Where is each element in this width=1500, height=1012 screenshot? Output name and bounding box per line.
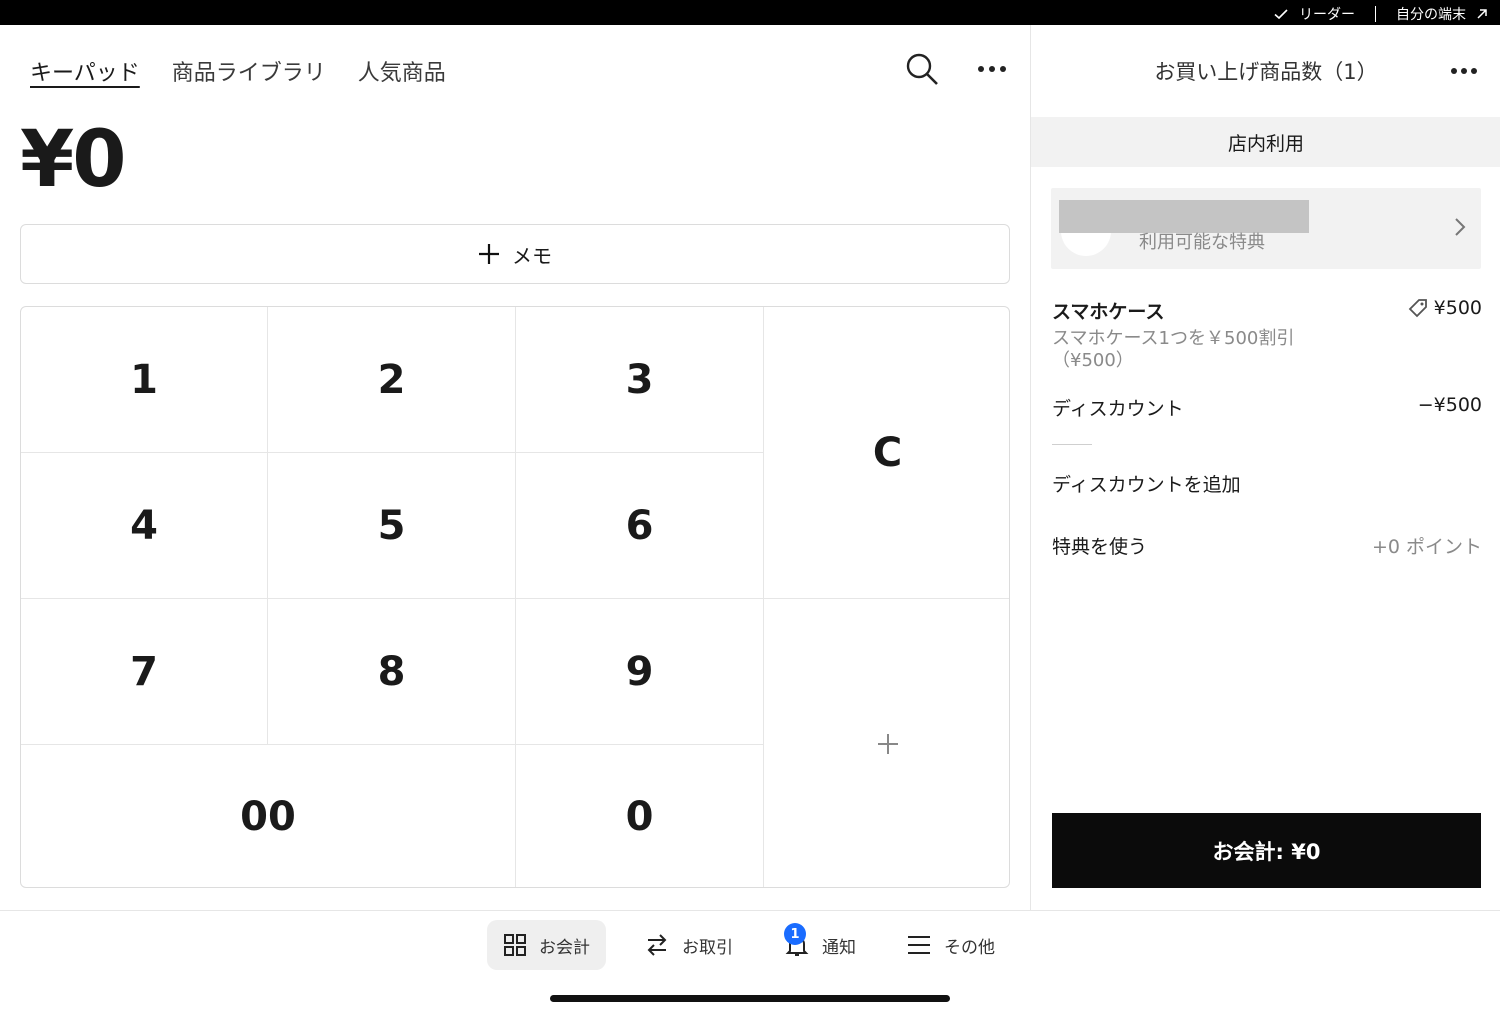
- amount-display: ¥0: [20, 115, 127, 205]
- item-price-wrap: ¥500: [1408, 297, 1482, 319]
- more-button[interactable]: [974, 51, 1010, 87]
- device-label[interactable]: 自分の端末: [1396, 4, 1466, 24]
- status-bar-right: リーダー 自分の端末: [1273, 4, 1488, 24]
- checkout-button[interactable]: お会計: ¥0: [1052, 813, 1481, 888]
- key-2[interactable]: 2: [268, 307, 516, 453]
- cart-item[interactable]: スマホケース ¥500 スマホケース1つを￥500割引 （¥500）: [1052, 297, 1482, 372]
- nav-transactions-label: お取引: [682, 937, 733, 958]
- rewards-row[interactable]: 利用可能な特典: [1051, 188, 1481, 269]
- search-button[interactable]: [904, 51, 940, 87]
- grid-icon: [504, 934, 526, 956]
- external-link-icon: [1477, 9, 1487, 19]
- discount-row[interactable]: ディスカウント −¥500: [1052, 394, 1482, 421]
- chevron-right-icon: [1455, 218, 1466, 236]
- keypad-pane: キーパッド 商品ライブラリ 人気商品 ¥0 メモ 1 2 3 C 4 5 6 7…: [0, 25, 1030, 910]
- key-4[interactable]: 4: [21, 453, 268, 599]
- cart-header: お買い上げ商品数（1）: [1154, 60, 1378, 84]
- key-1[interactable]: 1: [21, 307, 268, 453]
- status-divider: [1375, 6, 1376, 22]
- item-description: スマホケース1つを￥500割引 （¥500）: [1052, 328, 1482, 372]
- keypad: 1 2 3 C 4 5 6 7 8 9 00 0: [20, 306, 1010, 888]
- discount-label: ディスカウント: [1052, 398, 1184, 420]
- nav-transactions[interactable]: お取引: [628, 920, 749, 970]
- use-rewards-label: 特典を使う: [1052, 536, 1148, 558]
- points-value: +0 ポイント: [1371, 536, 1482, 558]
- dining-option[interactable]: 店内利用: [1031, 117, 1500, 167]
- nav-more[interactable]: その他: [890, 920, 1011, 970]
- use-rewards-row[interactable]: 特典を使う +0 ポイント: [1052, 532, 1482, 559]
- promo-text: 利用可能な特典: [1139, 232, 1265, 253]
- tag-icon: [1408, 299, 1427, 318]
- menu-icon: [908, 936, 930, 954]
- key-3[interactable]: 3: [516, 307, 764, 453]
- nav-checkout[interactable]: お会計: [487, 920, 606, 970]
- check-icon: [1274, 9, 1288, 20]
- bottom-nav: お会計 お取引 1 通知 その他: [0, 910, 1500, 1012]
- item-price: ¥500: [1433, 297, 1482, 319]
- key-add[interactable]: [764, 599, 1009, 887]
- key-7[interactable]: 7: [21, 599, 268, 745]
- memo-label: メモ: [512, 243, 552, 268]
- plus-icon: [479, 244, 499, 264]
- item-desc-line1: スマホケース1つを￥500割引: [1052, 328, 1295, 349]
- key-00[interactable]: 00: [21, 745, 516, 887]
- cart-more-button[interactable]: [1446, 53, 1482, 89]
- more-icon: [1451, 68, 1477, 74]
- nav-more-label: その他: [944, 937, 995, 958]
- nav-notifications[interactable]: 1 通知: [768, 920, 872, 970]
- nav-checkout-label: お会計: [539, 937, 590, 958]
- key-6[interactable]: 6: [516, 453, 764, 599]
- add-memo-button[interactable]: メモ: [20, 224, 1010, 284]
- cart-pane: お買い上げ商品数（1） 店内利用 利用可能な特典 スマホケース ¥500 スマホ…: [1030, 25, 1500, 910]
- status-bar: リーダー 自分の端末: [0, 0, 1500, 25]
- tab-popular-items[interactable]: 人気商品: [358, 55, 446, 91]
- discount-value: −¥500: [1417, 394, 1482, 416]
- key-8[interactable]: 8: [268, 599, 516, 745]
- add-discount-button[interactable]: ディスカウントを追加: [1052, 470, 1482, 497]
- tab-keypad[interactable]: キーパッド: [30, 55, 140, 91]
- key-5[interactable]: 5: [268, 453, 516, 599]
- tab-bar: キーパッド 商品ライブラリ 人気商品: [30, 55, 446, 91]
- swap-icon: [647, 934, 667, 956]
- home-indicator: [550, 995, 950, 1002]
- top-actions: [904, 51, 1010, 87]
- notification-badge: 1: [784, 923, 806, 945]
- item-desc-line2: （¥500）: [1052, 350, 1134, 371]
- key-clear[interactable]: C: [764, 307, 1009, 599]
- plus-icon: [877, 734, 898, 754]
- tab-item-library[interactable]: 商品ライブラリ: [172, 55, 326, 91]
- reader-label[interactable]: リーダー: [1299, 4, 1355, 24]
- key-0[interactable]: 0: [516, 745, 764, 887]
- key-9[interactable]: 9: [516, 599, 764, 745]
- divider: [1052, 444, 1092, 445]
- more-icon: [978, 66, 1006, 72]
- search-icon: [906, 53, 938, 85]
- nav-notifications-label: 通知: [822, 937, 856, 958]
